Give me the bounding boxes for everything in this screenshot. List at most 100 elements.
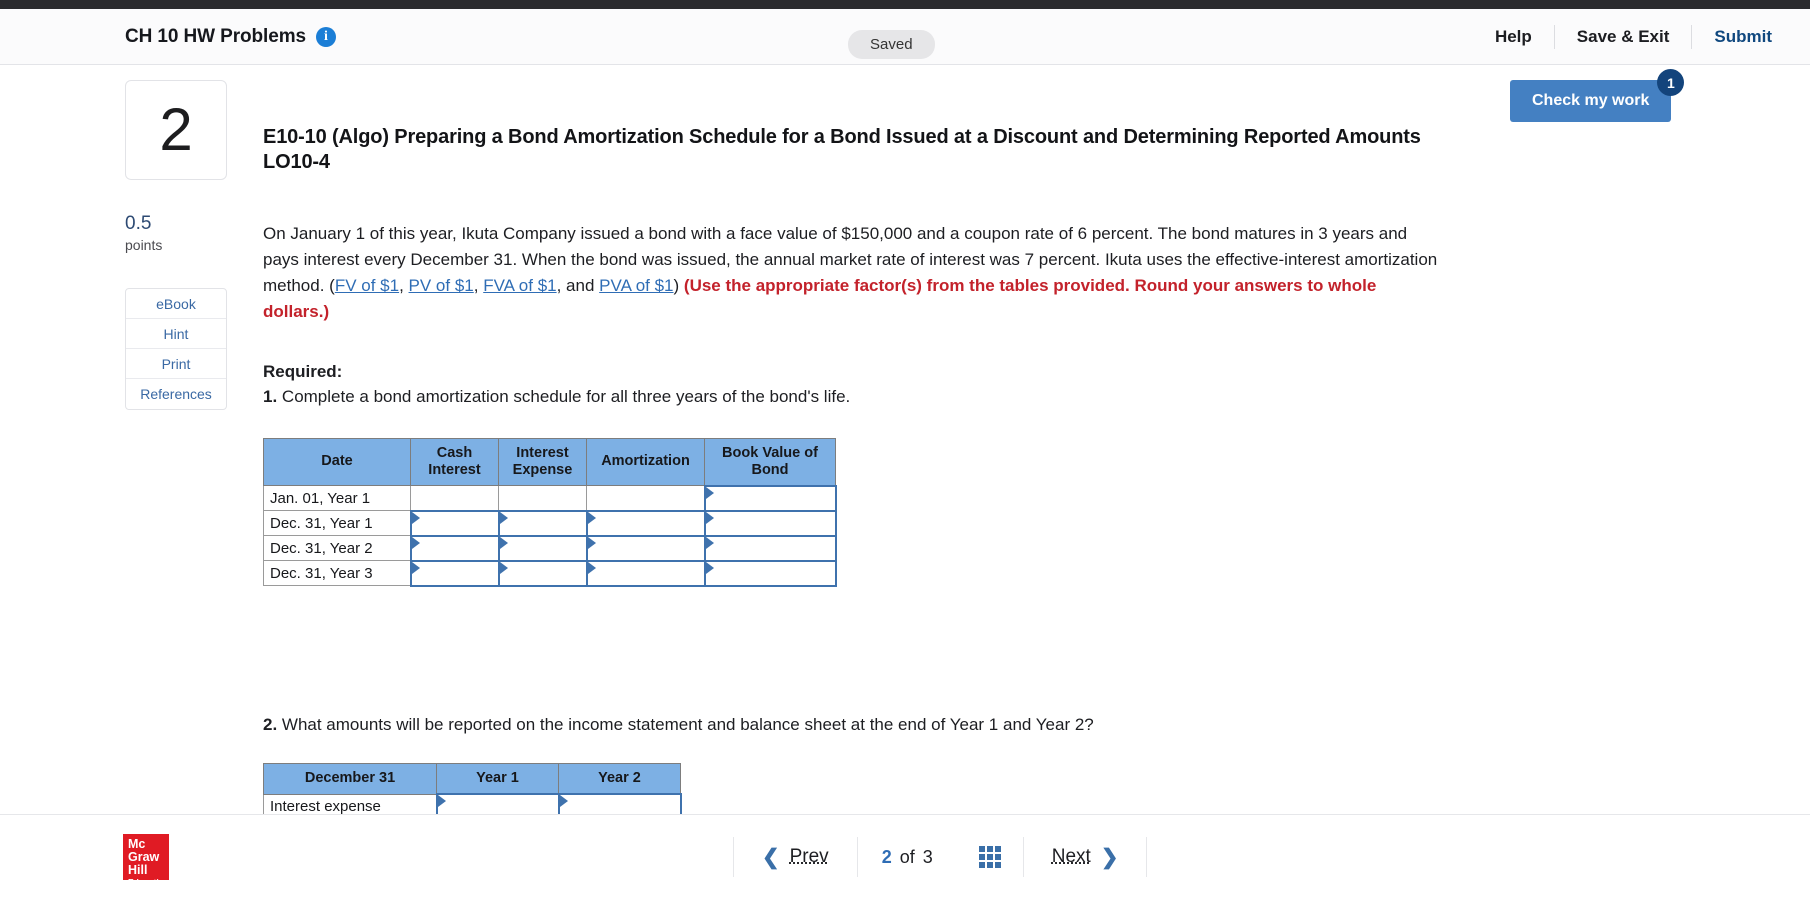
question-number-box: 2: [125, 80, 227, 180]
logo-line-3: Hill: [128, 863, 148, 878]
column-header-amortization: Amortization: [586, 437, 705, 487]
body-close: ): [673, 276, 684, 296]
footer-bar: Mc Graw Hill Education ❮ Prev 2 of 3 Nex…: [0, 814, 1810, 897]
input-year-1[interactable]: [435, 793, 560, 815]
header-line: Interest: [516, 444, 569, 461]
chevron-left-icon: ❮: [762, 845, 780, 869]
hint-link[interactable]: Hint: [126, 319, 226, 349]
points-label: points: [125, 237, 163, 253]
body-sep: , and: [556, 276, 600, 296]
header-actions: Help Save & Exit Submit: [1473, 9, 1772, 65]
row-label: Dec. 31, Year 2: [263, 535, 411, 562]
input-amortization[interactable]: [585, 534, 706, 562]
input-book-value[interactable]: [703, 534, 837, 562]
requirement-2-block: 2. What amounts will be reported on the …: [263, 715, 1453, 815]
references-link[interactable]: References: [126, 379, 226, 409]
row-label: Interest expense: [263, 793, 437, 815]
input-cash-interest[interactable]: [409, 509, 500, 537]
nav-divider: [1146, 837, 1148, 877]
requirement-1-text: Complete a bond amortization schedule fo…: [277, 387, 851, 407]
question-rail: 2 0.5 points eBook Hint Print References: [125, 80, 227, 410]
ebook-link[interactable]: eBook: [126, 289, 226, 319]
input-amortization[interactable]: [585, 509, 706, 537]
cell-cash-interest: [410, 485, 499, 512]
question-body: On January 1 of this year, Ikuta Company…: [263, 221, 1445, 324]
next-label: Next: [1051, 846, 1091, 867]
input-year-2[interactable]: [557, 793, 682, 815]
pagination-nav: ❮ Prev 2 of 3 Next ❯: [733, 837, 1148, 877]
header-line: Bond: [751, 461, 789, 478]
column-header-interest-expense: Interest Expense: [498, 437, 587, 487]
requirement-1: 1. Complete a bond amortization schedule…: [263, 384, 1453, 410]
current-page: 2: [881, 846, 892, 867]
column-header-date: Date: [263, 437, 411, 487]
page-title: E10-10 (Algo) Preparing a Bond Amortizat…: [263, 126, 1421, 174]
column-header-december-31: December 31: [263, 763, 437, 795]
info-icon[interactable]: i: [315, 26, 336, 47]
table-row: Jan. 01, Year 1: [263, 484, 837, 512]
logo-line-4: Education: [128, 877, 170, 888]
table-row: Dec. 31, Year 2: [263, 534, 837, 562]
pv-of-1-link[interactable]: PV of $1: [409, 276, 474, 295]
input-interest-expense[interactable]: [497, 559, 588, 587]
requirement-1-number: 1.: [263, 387, 278, 407]
check-my-work-group: Check my work 1: [1510, 69, 1685, 122]
table-row: Dec. 31, Year 3: [263, 559, 837, 587]
column-header-book-value: Book Value of Bond: [704, 437, 836, 487]
help-button[interactable]: Help: [1473, 27, 1554, 47]
reported-amounts-table-wrap: December 31 Year 1 Year 2 Interest expen…: [263, 763, 1453, 815]
header-line: Book Value of: [722, 444, 818, 461]
header-left-group: CH 10 HW Problems i: [125, 26, 336, 48]
header-line: Amortization: [601, 453, 690, 470]
grid-glyph: [978, 846, 1001, 868]
question-content: E10-10 (Algo) Preparing a Bond Amortizat…: [263, 125, 1453, 587]
fva-of-1-link[interactable]: FVA of $1: [483, 276, 556, 295]
app-header: CH 10 HW Problems i Saved Help Save & Ex…: [0, 9, 1810, 65]
row-label: Dec. 31, Year 3: [263, 560, 411, 587]
input-book-value[interactable]: [703, 484, 837, 512]
next-button[interactable]: Next ❯: [1024, 845, 1147, 870]
row-label: Dec. 31, Year 1: [263, 510, 411, 537]
assignment-page: CH 10 HW Problems i Saved Help Save & Ex…: [0, 0, 1810, 897]
row-label: Jan. 01, Year 1: [263, 485, 411, 512]
body-sep: ,: [473, 276, 484, 296]
fv-of-1-link[interactable]: FV of $1: [335, 276, 399, 295]
submit-button[interactable]: Submit: [1692, 27, 1772, 47]
chevron-right-icon: ❯: [1100, 845, 1119, 869]
print-link[interactable]: Print: [126, 349, 226, 379]
table-header-row: December 31 Year 1 Year 2: [263, 763, 681, 795]
input-cash-interest[interactable]: [409, 534, 500, 562]
header-line: Cash: [436, 444, 473, 461]
assignment-title: CH 10 HW Problems: [125, 25, 306, 47]
input-cash-interest[interactable]: [409, 559, 500, 587]
grid-view-icon[interactable]: [957, 846, 1023, 868]
mcgraw-hill-logo: Mc Graw Hill Education: [123, 834, 169, 887]
header-line: Expense: [512, 462, 573, 479]
reported-amounts-table: December 31 Year 1 Year 2 Interest expen…: [263, 763, 682, 815]
requirement-2-text: What amounts will be reported on the inc…: [277, 715, 1094, 734]
top-strip: [0, 0, 1810, 9]
cell-interest-expense: [498, 485, 587, 512]
page-of-label: of: [899, 846, 915, 867]
check-my-work-button[interactable]: Check my work: [1510, 80, 1672, 122]
input-interest-expense[interactable]: [497, 509, 588, 537]
header-line: Interest: [428, 462, 481, 479]
table-row: Dec. 31, Year 1: [263, 509, 837, 537]
column-header-year-1: Year 1: [436, 763, 559, 795]
input-book-value[interactable]: [703, 509, 837, 537]
cell-amortization: [586, 485, 705, 512]
save-and-exit-button[interactable]: Save & Exit: [1555, 27, 1692, 47]
header-line: Date: [321, 453, 353, 470]
status-badge: Saved: [848, 30, 935, 59]
requirement-2: 2. What amounts will be reported on the …: [263, 715, 1453, 735]
input-amortization[interactable]: [585, 559, 706, 587]
page-indicator: 2 of 3: [858, 847, 957, 868]
table-header-row: Date Cash Interest Interest Expense Amor…: [263, 437, 836, 487]
input-interest-expense[interactable]: [497, 534, 588, 562]
pva-of-1-link[interactable]: PVA of $1: [599, 276, 673, 295]
body-sep: ,: [399, 276, 409, 296]
input-book-value[interactable]: [703, 559, 837, 587]
prev-button[interactable]: ❮ Prev: [734, 845, 857, 870]
bond-amortization-table: Date Cash Interest Interest Expense Amor…: [263, 437, 837, 587]
column-header-cash-interest: Cash Interest: [410, 437, 499, 487]
